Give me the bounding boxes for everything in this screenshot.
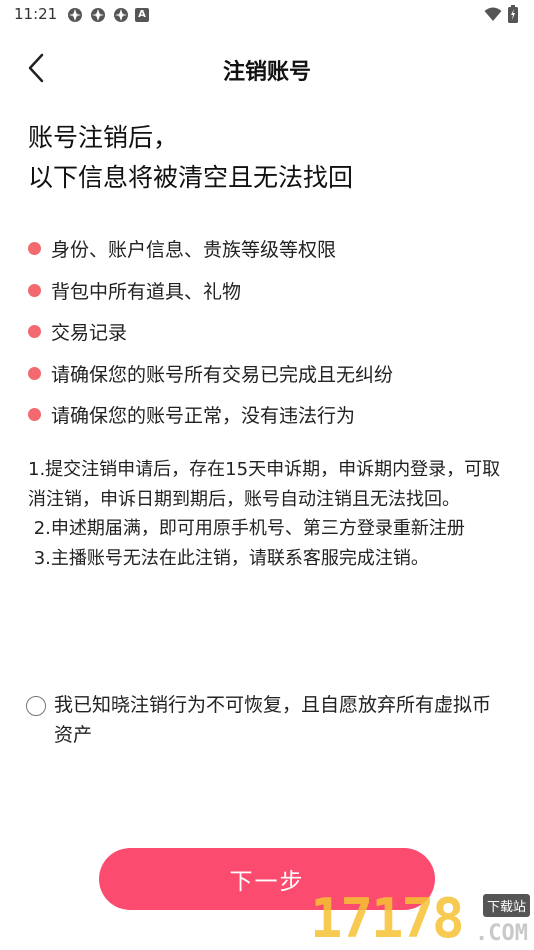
app-notification-icon	[112, 6, 129, 23]
cancellation-notes: 1.提交注销申请后，存在15天申诉期，申诉期内登录，可取消注销，申诉日期到期后，…	[28, 455, 514, 573]
agreement-radio[interactable]	[26, 696, 46, 716]
note-2: 2.申述期届满，即可用原手机号、第三方登录重新注册	[28, 518, 465, 539]
notification-icons: A	[66, 6, 149, 23]
note-3: 3.主播账号无法在此注销，请联系客服完成注销。	[28, 547, 429, 569]
watermark-digits: 17178	[310, 887, 465, 950]
app-notification-icon	[66, 6, 83, 23]
note-1: 1.提交注销申请后，存在15天申诉期，申诉期内登录，可取消注销，申诉日期到期后，…	[28, 459, 501, 510]
app-notification-icon	[89, 6, 106, 23]
watermark-suffix: .COM	[475, 921, 528, 946]
warning-headline: 账号注销后， 以下信息将被清空且无法找回	[28, 118, 508, 198]
nav-bar: 注销账号	[0, 40, 534, 96]
list-item: 请确保您的账号所有交易已完成且无纠纷	[28, 353, 518, 395]
list-item: 背包中所有道具、礼物	[28, 270, 518, 312]
page-title: 注销账号	[222, 60, 311, 85]
watermark-badge: 下载站	[482, 894, 530, 917]
battery-icon	[508, 5, 518, 27]
bullet-dot-icon	[28, 366, 41, 380]
bullet-dot-icon	[28, 242, 41, 256]
list-item: 身份、账户信息、贵族等级等权限	[28, 228, 518, 270]
list-item: 交易记录	[28, 311, 518, 353]
list-item-text: 请确保您的账号所有交易已完成且无纠纷	[51, 363, 394, 386]
system-status-icons	[484, 5, 518, 27]
agreement-checkbox-row[interactable]: 我已知晓注销行为不可恢复，且自愿放弃所有虚拟币资产	[26, 690, 506, 750]
bullet-dot-icon	[28, 408, 41, 422]
list-item: 请确保您的账号正常，没有违法行为	[28, 394, 518, 436]
cleared-info-list: 身份、账户信息、贵族等级等权限 背包中所有道具、礼物 交易记录 请确保您的账号所…	[28, 228, 518, 436]
list-item-text: 身份、账户信息、贵族等级等权限	[51, 239, 337, 262]
list-item-text: 背包中所有道具、礼物	[51, 280, 242, 303]
status-bar: 11:21 A	[0, 0, 534, 28]
site-watermark: 17178 下载站 .COM	[310, 888, 534, 950]
bullet-dot-icon	[28, 283, 41, 297]
bullet-dot-icon	[28, 325, 41, 339]
agreement-text: 我已知晓注销行为不可恢复，且自愿放弃所有虚拟币资产	[54, 694, 492, 746]
wifi-icon	[484, 6, 502, 26]
headline-line-2: 以下信息将被清空且无法找回	[28, 163, 354, 192]
list-item-text: 请确保您的账号正常，没有违法行为	[51, 405, 356, 428]
headline-line-1: 账号注销后，	[28, 123, 179, 152]
list-item-text: 交易记录	[51, 322, 128, 345]
status-time: 11:21	[14, 5, 58, 23]
a-badge-icon: A	[135, 7, 149, 22]
